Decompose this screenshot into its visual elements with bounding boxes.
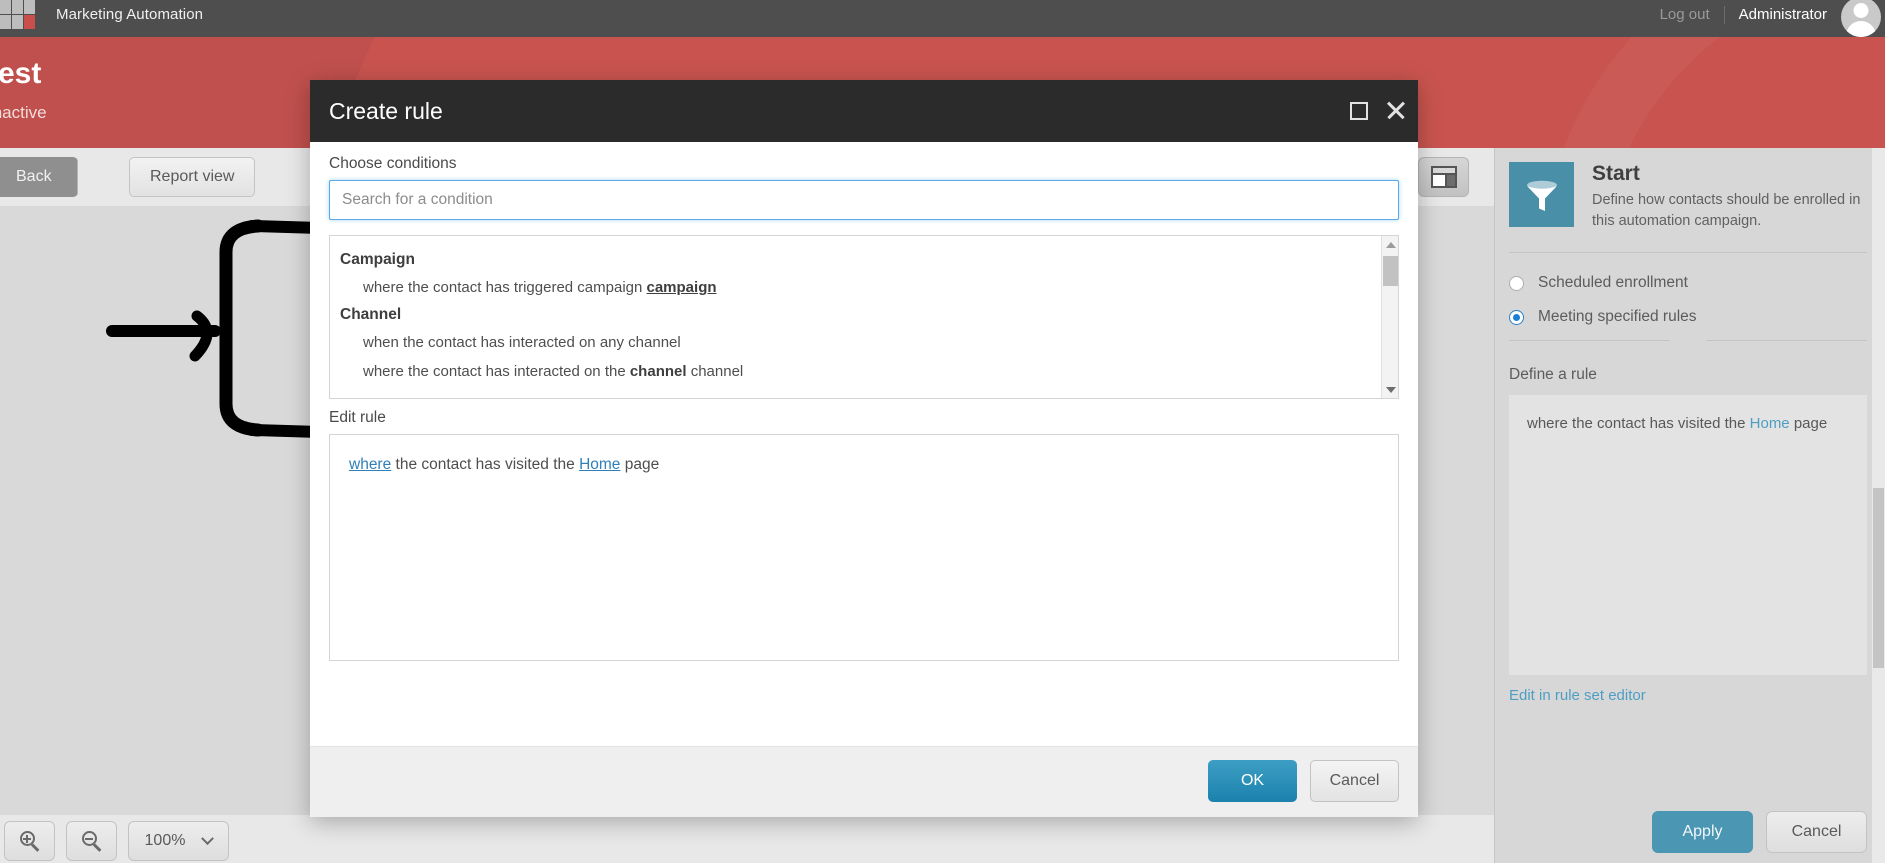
scroll-down-arrow-icon[interactable] [1382, 381, 1398, 398]
condition-group-header: Channel [340, 306, 402, 323]
modal-body: Choose conditions Campaign where the con… [310, 142, 1418, 746]
modal-footer-buttons: OK Cancel [1208, 760, 1399, 802]
radio-icon-selected[interactable] [1509, 309, 1524, 325]
start-properties-sidebar: Start Define how contacts should be enro… [1494, 148, 1885, 863]
conditions-list-content: Campaign where the contact has triggered… [330, 236, 1380, 386]
user-name[interactable]: Administrator [1725, 0, 1841, 30]
define-a-rule-label: Define a rule [1509, 366, 1597, 383]
page-title: test [0, 57, 42, 90]
modal-window-controls [1350, 80, 1408, 142]
sidebar-rule-text: where the contact has visited the Home p… [1509, 395, 1867, 452]
apply-button[interactable]: Apply [1652, 811, 1753, 853]
status-badge: Inactive [0, 103, 47, 122]
zoom-toolbar: 100% [0, 815, 1494, 863]
modal-cancel-button[interactable]: Cancel [1310, 760, 1399, 802]
logout-link[interactable]: Log out [1646, 0, 1724, 30]
rule-home-link[interactable]: Home [1750, 415, 1790, 432]
divider [1509, 252, 1867, 253]
sidebar-description: Define how contacts should be enrolled i… [1592, 192, 1861, 230]
panel-notch [1669, 340, 1707, 355]
sidebar-header-text: Start Define how contacts should be enro… [1592, 162, 1867, 232]
condition-token[interactable]: campaign [647, 279, 717, 296]
radio-scheduled-enrollment[interactable]: Scheduled enrollment [1509, 266, 1867, 300]
ok-button[interactable]: OK [1208, 760, 1297, 802]
logo-cell [0, 15, 11, 29]
modal-footer: OK Cancel [310, 746, 1418, 817]
report-view-button[interactable]: Report view [129, 157, 256, 197]
condition-token[interactable]: channel [630, 363, 687, 380]
product-title: Marketing Automation [56, 6, 204, 23]
magnifier-plus-glyph [19, 831, 40, 852]
layout-panel-icon[interactable] [1418, 157, 1469, 197]
scroll-up-arrow-icon[interactable] [1382, 236, 1398, 253]
search-condition-input[interactable] [329, 180, 1399, 220]
enrollment-options: Scheduled enrollment Meeting specified r… [1509, 266, 1867, 334]
logo-cell [0, 0, 11, 14]
rule-suffix: page [1789, 415, 1828, 432]
sidebar-scrollbar-thumb[interactable] [1873, 488, 1884, 668]
funnel-icon [1509, 162, 1574, 227]
conditions-scrollbar[interactable] [1381, 236, 1398, 398]
modal-header: Create rule [310, 80, 1418, 142]
condition-text: where the contact has triggered campaign [363, 279, 647, 296]
close-icon[interactable] [1384, 99, 1408, 123]
sidebar-scrollbar[interactable] [1872, 148, 1885, 863]
radio-icon[interactable] [1509, 275, 1524, 291]
choose-conditions-label: Choose conditions [329, 155, 457, 172]
conditions-scrollbar-thumb[interactable] [1383, 256, 1398, 286]
condition-item[interactable]: when the contact has interacted on any c… [330, 328, 1380, 357]
sidebar-cancel-button[interactable]: Cancel [1766, 811, 1867, 853]
funnel-glyph [1526, 180, 1557, 211]
radio-meeting-specified-rules[interactable]: Meeting specified rules [1509, 300, 1867, 334]
search-field-wrapper [329, 180, 1399, 220]
app-top-bar: Marketing Automation Log out Administrat… [0, 0, 1885, 37]
zoom-level-select[interactable]: 100% [128, 821, 229, 861]
chevron-down-icon [201, 831, 215, 845]
zoom-level-value: 100% [144, 832, 186, 849]
condition-group-header: Campaign [340, 251, 415, 268]
logo-cell-accent [24, 15, 35, 29]
modal-title: Create rule [329, 98, 443, 124]
logo-cell [12, 0, 23, 14]
rule-middle-text: the contact has visited the [391, 456, 580, 473]
app-bar-user-area: Log out Administrator [1646, 0, 1885, 37]
sidebar-header: Start Define how contacts should be enro… [1509, 162, 1867, 232]
maximize-icon[interactable] [1350, 102, 1368, 120]
logo-cell [24, 0, 35, 14]
edit-rule-text: where the contact has visited the Home p… [330, 435, 1398, 495]
waffle-grid-icon[interactable] [0, 0, 38, 30]
condition-text: where the contact has interacted on the [363, 363, 630, 380]
back-button[interactable]: Back [0, 157, 78, 197]
zoom-out-icon[interactable] [66, 821, 117, 861]
condition-item[interactable]: where the contact has interacted on the … [330, 357, 1380, 386]
sidebar-rule-box[interactable]: where the contact has visited the Home p… [1509, 395, 1867, 675]
magnifier-minus-glyph [81, 831, 102, 852]
rule-where-link[interactable]: where [349, 456, 391, 473]
rule-home-link[interactable]: Home [579, 456, 620, 473]
sidebar-title: Start [1592, 162, 1640, 185]
rule-prefix: where the contact has visited the [1527, 415, 1750, 432]
radio-label: Meeting specified rules [1538, 308, 1697, 325]
zoom-in-icon[interactable] [4, 821, 55, 861]
edit-rule-box[interactable]: where the contact has visited the Home p… [329, 434, 1399, 661]
user-avatar-icon[interactable] [1841, 0, 1881, 37]
logo-cell [12, 15, 23, 29]
condition-item[interactable]: where the contact has triggered campaign… [330, 273, 1380, 302]
rule-suffix-text: page [620, 456, 660, 473]
edit-in-rule-set-editor-link[interactable]: Edit in rule set editor [1509, 687, 1646, 704]
condition-text: channel [686, 363, 744, 380]
sidebar-actions: Apply Cancel [1652, 811, 1867, 853]
panel-glyph [1430, 166, 1457, 188]
edit-rule-label: Edit rule [329, 409, 386, 426]
conditions-list[interactable]: Campaign where the contact has triggered… [329, 235, 1399, 399]
create-rule-dialog: Create rule Choose conditions Campaign w… [310, 80, 1418, 817]
radio-label: Scheduled enrollment [1538, 274, 1688, 291]
